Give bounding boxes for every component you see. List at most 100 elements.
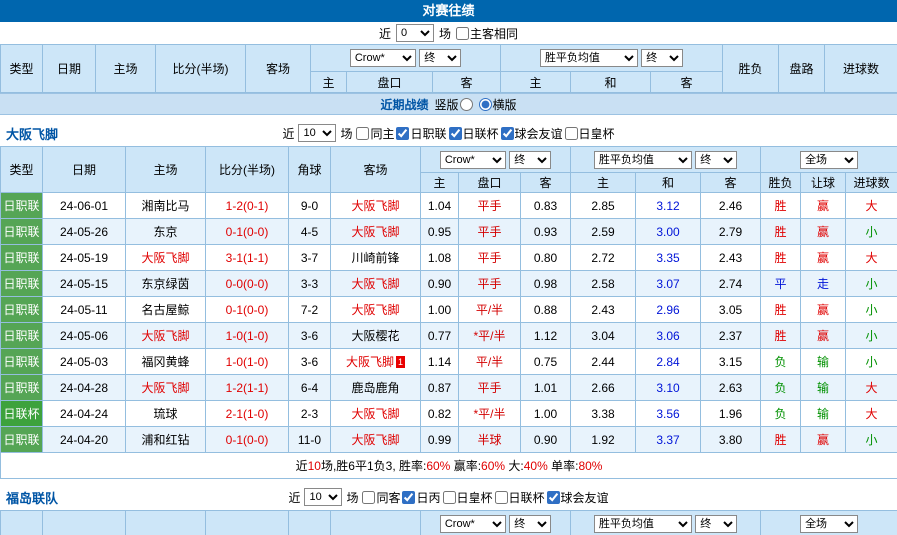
match-row: 日职联24-05-11名古屋鲸0-1(0-0)7-2大阪飞脚1.00平/半0.8… xyxy=(1,297,897,323)
filter-checkbox[interactable] xyxy=(443,491,456,504)
league-cell: 日职联 xyxy=(1,219,43,245)
away-team-cell: 大阪樱花 xyxy=(331,323,421,349)
avg-odds-select[interactable]: 胜平负均值 xyxy=(594,515,692,533)
horizontal-radio[interactable] xyxy=(479,98,492,111)
col-avg-away: 客 xyxy=(701,173,761,193)
checkbox-label: 日联杯 xyxy=(509,489,545,506)
avg-home-cell: 2.66 xyxy=(571,375,636,401)
avg-group-header: 胜平负均值 终 xyxy=(571,511,761,535)
vertical-radio[interactable] xyxy=(460,98,473,111)
score-cell: 1-0(1-0) xyxy=(206,323,289,349)
home-odds-cell: 0.77 xyxy=(421,323,459,349)
avg-home-cell: 2.59 xyxy=(571,219,636,245)
corner-cell: 6-4 xyxy=(289,375,331,401)
col-handicap-result: 让球 xyxy=(801,173,846,193)
filter-checkbox[interactable] xyxy=(495,491,508,504)
odds-source-select[interactable]: Crow* xyxy=(350,49,416,67)
avg-away-cell: 2.37 xyxy=(701,323,761,349)
team1-league-filters: 同主日职联日联杯球会友谊日皇杯 xyxy=(356,125,614,142)
col-date: 日期 xyxy=(43,147,126,193)
goals-cell: 小 xyxy=(846,349,897,375)
filter-option[interactable]: 日职联 xyxy=(396,125,446,142)
avg-stage-select[interactable]: 终 xyxy=(695,151,737,169)
avg-away-cell: 2.63 xyxy=(701,375,761,401)
handicap-cell: 平手 xyxy=(459,375,521,401)
odds-stage-select[interactable]: 终 xyxy=(419,49,461,67)
same-venue-option[interactable]: 主客相同 xyxy=(456,25,518,42)
filter-checkbox[interactable] xyxy=(356,127,369,140)
match-row: 日职联24-04-20浦和红钻0-1(0-0)11-0大阪飞脚0.99半球0.9… xyxy=(1,427,897,453)
handicap-result-cell: 赢 xyxy=(801,323,846,349)
checkbox-label: 球会友谊 xyxy=(561,489,609,506)
filter-option[interactable]: 日丙 xyxy=(402,489,440,506)
col-type xyxy=(1,511,43,535)
checkbox-label: 日皇杯 xyxy=(579,125,615,142)
home-team-cell: 大阪飞脚 xyxy=(126,375,206,401)
match-row: 日职联24-06-01湘南比马1-2(0-1)9-0大阪飞脚1.04平手0.83… xyxy=(1,193,897,219)
team2-count-select[interactable]: 10 xyxy=(304,488,342,506)
odds-source-select[interactable]: Crow* xyxy=(440,515,506,533)
odds-stage-select[interactable]: 终 xyxy=(509,515,551,533)
filter-checkbox[interactable] xyxy=(362,491,375,504)
avg-odds-select[interactable]: 胜平负均值 xyxy=(594,151,692,169)
filter-checkbox[interactable] xyxy=(565,127,578,140)
h2h-count-select[interactable]: 0 xyxy=(396,24,434,42)
col-type: 类型 xyxy=(1,147,43,193)
filter-option[interactable]: 日联杯 xyxy=(495,489,545,506)
avg-stage-select[interactable]: 终 xyxy=(695,515,737,533)
handicap-result-cell: 输 xyxy=(801,401,846,427)
odds-stage-select[interactable]: 终 xyxy=(509,151,551,169)
score-cell: 0-1(0-0) xyxy=(206,297,289,323)
filter-checkbox[interactable] xyxy=(547,491,560,504)
filter-option[interactable]: 日皇杯 xyxy=(565,125,615,142)
filter-option[interactable]: 同客 xyxy=(362,489,400,506)
away-odds-cell: 0.80 xyxy=(521,245,571,271)
odds-source-select[interactable]: Crow* xyxy=(440,151,506,169)
layout-vertical-option[interactable]: 竖版 xyxy=(434,96,472,113)
filter-option[interactable]: 同主 xyxy=(356,125,394,142)
filter-checkbox[interactable] xyxy=(402,491,415,504)
match-scope-select[interactable]: 全场 xyxy=(800,515,858,533)
filter-checkbox[interactable] xyxy=(396,127,409,140)
checkbox-label: 日职联 xyxy=(410,125,446,142)
same-venue-checkbox[interactable] xyxy=(456,27,469,40)
summary-segment: 大: xyxy=(505,459,524,473)
summary-segment: 80% xyxy=(578,459,602,473)
checkbox-label: 日联杯 xyxy=(463,125,499,142)
red-card-badge: 1 xyxy=(396,356,405,368)
goals-cell: 大 xyxy=(846,401,897,427)
away-odds-cell: 0.90 xyxy=(521,427,571,453)
filter-checkbox[interactable] xyxy=(501,127,514,140)
away-team-cell: 大阪飞脚 xyxy=(331,297,421,323)
match-row: 日职联24-05-03福冈黄蜂1-0(1-0)3-6大阪飞脚11.14平/半0.… xyxy=(1,349,897,375)
filter-checkbox[interactable] xyxy=(449,127,462,140)
team2-name: 福岛联队 xyxy=(6,488,58,507)
avg-draw-cell: 3.10 xyxy=(636,375,701,401)
goals-cell: 大 xyxy=(846,193,897,219)
col-result: 胜负 xyxy=(723,45,779,93)
score-cell: 0-0(0-0) xyxy=(206,271,289,297)
handicap-cell: 半球 xyxy=(459,427,521,453)
team1-count-select[interactable]: 10 xyxy=(298,124,336,142)
layout-horizontal-option[interactable]: 横版 xyxy=(479,96,517,113)
away-odds-cell: 0.88 xyxy=(521,297,571,323)
home-odds-cell: 1.04 xyxy=(421,193,459,219)
col-odds-away: 客 xyxy=(521,173,571,193)
filter-option[interactable]: 日皇杯 xyxy=(443,489,493,506)
avg-away-cell: 2.46 xyxy=(701,193,761,219)
goals-cell: 大 xyxy=(846,245,897,271)
team1-name: 大阪飞脚 xyxy=(6,124,58,143)
avg-stage-select[interactable]: 终 xyxy=(641,49,683,67)
filter-option[interactable]: 球会友谊 xyxy=(547,489,609,506)
score-cell: 0-1(0-0) xyxy=(206,219,289,245)
filter-option[interactable]: 日联杯 xyxy=(449,125,499,142)
col-date: 日期 xyxy=(43,45,96,93)
col-away: 客场 xyxy=(331,147,421,193)
page-title: 对赛往绩 xyxy=(0,0,897,22)
filter-option[interactable]: 球会友谊 xyxy=(501,125,563,142)
avg-odds-select[interactable]: 胜平负均值 xyxy=(540,49,638,67)
result-cell: 胜 xyxy=(761,427,801,453)
team1-summary: 近10场,胜6平1负3, 胜率:60% 赢率:60% 大:40% 单率:80% xyxy=(1,453,897,479)
avg-draw-cell: 3.35 xyxy=(636,245,701,271)
match-scope-select[interactable]: 全场 xyxy=(800,151,858,169)
